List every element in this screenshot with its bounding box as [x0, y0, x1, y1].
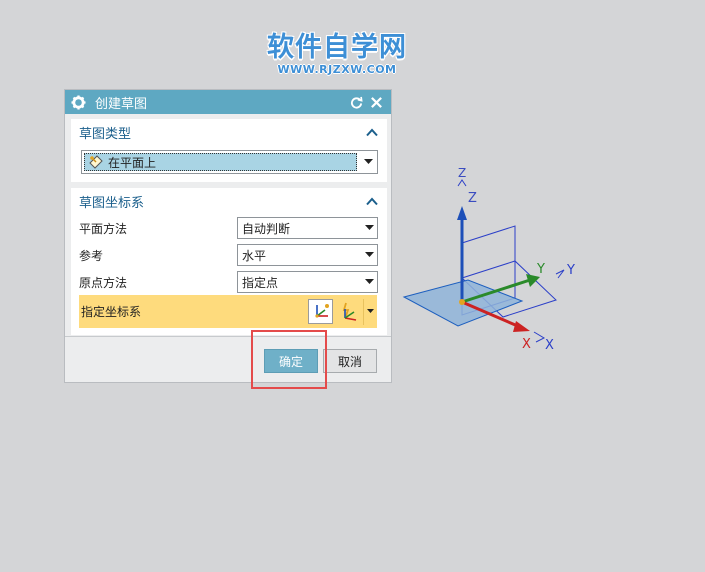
sketch-type-label: 草图类型: [79, 126, 132, 142]
plane-method-row: 平面方法 自动判断: [79, 216, 379, 240]
dialog-titlebar: 创建草图: [65, 90, 391, 114]
x-label: X: [545, 338, 554, 353]
collapse-up-icon[interactable]: [365, 125, 379, 139]
sketch-type-select[interactable]: 在平面上: [81, 150, 378, 174]
origin-method-select[interactable]: 指定点: [237, 271, 378, 293]
plane-method-label: 平面方法: [79, 221, 128, 236]
y-label: Y: [566, 263, 575, 278]
csys-dialog-icon[interactable]: [308, 299, 333, 324]
csys-inferred-icon[interactable]: [335, 299, 361, 325]
reference-select[interactable]: 水平: [237, 244, 378, 266]
chevron-down-icon[interactable]: [361, 252, 377, 258]
z-arrow: [457, 206, 467, 220]
origin-method-row: 原点方法 指定点: [79, 270, 379, 294]
y-chevron: [555, 269, 565, 279]
x-label-small: X: [522, 337, 531, 352]
chevron-down-icon[interactable]: [361, 279, 377, 285]
cancel-button[interactable]: 取消: [323, 349, 377, 373]
sketch-csys-label: 草图坐标系: [79, 195, 145, 211]
chevron-down-icon[interactable]: [363, 298, 377, 325]
divider: [65, 336, 391, 337]
on-plane-icon: [88, 154, 104, 170]
create-sketch-dialog: 创建草图 草图类型 在平面上 草图坐标系 平面方法 自动判断 参考 水平 原点方…: [64, 89, 392, 383]
watermark-title: 软件自学网: [267, 32, 407, 63]
reset-icon[interactable]: [347, 93, 365, 111]
reference-value: 水平: [242, 248, 267, 263]
origin-method-value: 指定点: [242, 275, 279, 290]
z-chevron: [457, 179, 467, 187]
dialog-title: 创建草图: [95, 96, 148, 112]
plane-method-value: 自动判断: [242, 221, 291, 236]
origin-method-label: 原点方法: [79, 275, 128, 290]
reference-row: 参考 水平: [79, 243, 379, 267]
sketch-type-value: 在平面上: [108, 155, 157, 170]
specify-csys-label: 指定坐标系: [81, 305, 142, 319]
sketch-type-header[interactable]: 草图类型: [71, 119, 387, 145]
y-label-small: Y: [536, 262, 545, 277]
gear-icon[interactable]: [71, 94, 87, 110]
collapse-up-icon[interactable]: [365, 194, 379, 208]
chevron-down-icon[interactable]: [359, 151, 377, 173]
z-label-small: Z: [458, 166, 466, 180]
origin-point: [459, 299, 465, 305]
z-label: Z: [468, 191, 477, 206]
close-icon[interactable]: [367, 93, 385, 111]
plane-method-select[interactable]: 自动判断: [237, 217, 378, 239]
specify-csys-row[interactable]: 指定坐标系: [79, 295, 377, 328]
sketch-type-selected: 在平面上: [84, 153, 357, 171]
x-arrow: [513, 321, 530, 332]
chevron-down-icon[interactable]: [361, 225, 377, 231]
watermark-logo: 软件自学网 WWW.RJZXW.COM: [262, 32, 412, 77]
reference-label: 参考: [79, 248, 104, 263]
csys-triad: Z Z Y Y X X: [402, 166, 575, 353]
ok-highlight-box: [251, 330, 327, 389]
sketch-csys-header[interactable]: 草图坐标系: [71, 188, 387, 214]
watermark-url: WWW.RJZXW.COM: [277, 63, 397, 76]
x-chevron: [533, 331, 546, 343]
